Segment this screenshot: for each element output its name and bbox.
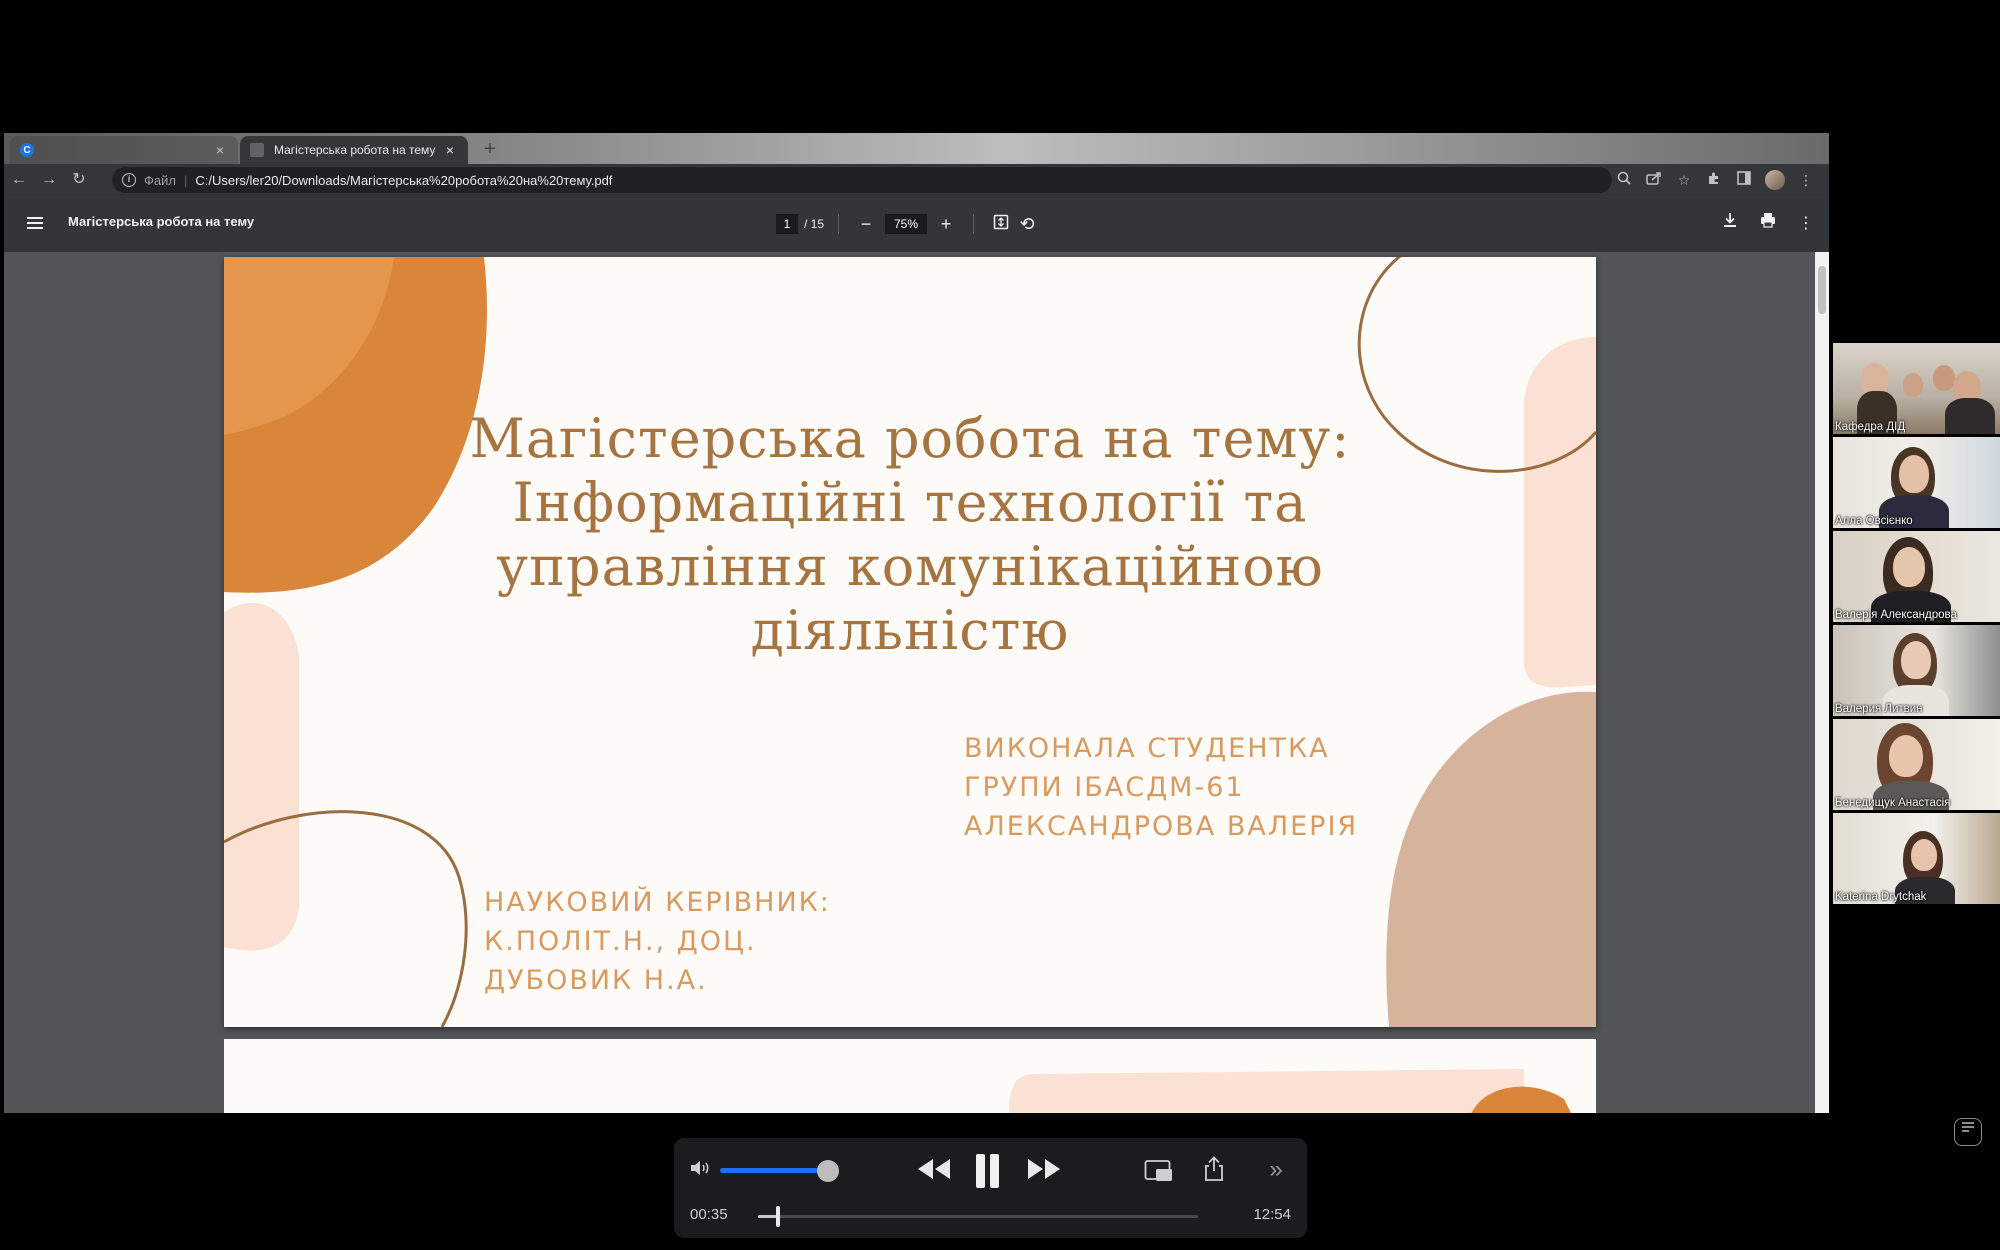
share-button[interactable] [1200,1156,1228,1186]
divider [838,214,840,234]
progress-bar[interactable] [758,1206,1198,1227]
participants-panel: Кафедра ДІД Алла Овсієнко Валерія Алекса… [1833,343,2000,907]
slide-title-line: управління комунікаційною [496,535,1324,598]
pause-icon-bar [976,1154,985,1188]
extensions-icon[interactable] [1699,167,1729,193]
tab-close-icon[interactable]: × [442,142,458,158]
scrollbar-thumb[interactable] [1818,266,1826,314]
tab-inactive[interactable]: C × [10,136,238,164]
current-time: 00:35 [690,1206,728,1223]
total-time: 12:54 [1253,1206,1291,1223]
profile-avatar[interactable] [1765,170,1785,190]
live-text-icon[interactable] [1954,1118,1982,1146]
rewind-icon [918,1159,950,1179]
volume-icon[interactable] [688,1158,714,1184]
address-scheme-label: Файл [144,172,176,188]
progress-knob[interactable] [775,1206,780,1227]
participant-tile[interactable]: Алла Овсієнко [1833,437,2000,528]
more-options-button[interactable]: » [1262,1156,1290,1186]
slide-supervisor-line: НАУКОВИЙ КЕРІВНИК: [484,887,831,918]
slide-student-line: ВИКОНАЛА СТУДЕНТКА [964,733,1330,764]
reload-icon[interactable]: ↻ [64,166,94,194]
share-icon[interactable] [1639,167,1669,193]
participant-name: Кафедра ДІД [1835,421,1906,433]
slide-title-line: Інформаційні технології та [512,471,1308,534]
pdf-page-2 [224,1039,1596,1113]
picture-in-picture-button[interactable] [1144,1158,1174,1186]
forward-icon[interactable]: → [34,166,64,194]
participant-tile[interactable]: Кафедра ДІД [1833,343,2000,434]
divider [973,214,975,234]
tab-label: Магістерська робота на тему [274,143,436,157]
picture-in-picture-icon [1144,1160,1172,1181]
pause-icon-bar [990,1154,999,1188]
pdf-toolbar: Магістерська робота на тему 1 / 15 − 75%… [4,196,1829,252]
participant-tile[interactable]: Валерія Александрова [1833,531,2000,622]
participant-tile[interactable]: Katerina Drytchak [1833,813,2000,904]
pdf-actions: ⋮ [1705,210,1819,238]
page-number-input[interactable]: 1 [776,214,798,234]
zoom-in-icon[interactable]: + [933,211,959,237]
rotate-icon[interactable]: ⟲ [1014,211,1040,237]
fast-forward-icon [1028,1159,1060,1179]
slide-title-line: діяльністю [750,599,1070,662]
new-tab-button[interactable]: + [478,138,502,162]
star-icon[interactable]: ☆ [1669,167,1699,193]
sidepanel-icon[interactable] [1729,167,1759,193]
address-separator: | [183,172,188,188]
slide-supervisor-line: К.ПОЛІТ.Н., ДОЦ. [484,926,757,957]
participant-name: Валерія Александрова [1835,609,1957,621]
browser-window: C × Магістерська робота на тему × + ← → … [4,133,1829,1113]
fast-forward-button[interactable] [1024,1154,1064,1190]
slide-student-line: АЛЕКСАНДРОВА ВАЛЕРІЯ [964,811,1359,842]
share-icon [1205,1156,1223,1181]
zoom-icon[interactable] [1609,167,1639,193]
zoom-out-icon[interactable]: − [853,211,879,237]
slide-supervisor-line: ДУБОВИК Н.А. [484,965,708,996]
print-icon[interactable] [1755,211,1781,237]
pdf-title: Магістерська робота на тему [68,214,255,229]
toolbar-actions: ☆ ⋮ [1609,167,1821,193]
screen: C × Магістерська робота на тему × + ← → … [0,0,2000,1250]
pdf-menu-icon[interactable] [22,211,48,237]
scrollbar[interactable] [1815,252,1829,1113]
tab-close-icon[interactable]: × [212,142,228,158]
slide-student-info: ВИКОНАЛА СТУДЕНТКА ГРУПИ ІБАСДМ-61 АЛЕКС… [964,729,1358,846]
menu-icon[interactable]: ⋮ [1791,167,1821,193]
slide-supervisor-info: НАУКОВИЙ КЕРІВНИК: К.ПОЛІТ.Н., ДОЦ. ДУБО… [484,883,831,1000]
rewind-button[interactable] [914,1154,954,1190]
slide-student-line: ГРУПИ ІБАСДМ-61 [964,772,1245,803]
volume-slider[interactable] [720,1168,826,1173]
participant-tile[interactable]: Бенедищук Анастасія [1833,719,2000,810]
zoom-level-input[interactable]: 75% [885,214,928,234]
tab-active[interactable]: Магістерська робота на тему × [240,136,468,164]
media-player-controls: » 00:35 12:54 [674,1138,1307,1238]
participant-name: Валерия Литвин [1835,703,1923,715]
participant-name: Бенедищук Анастасія [1835,797,1951,809]
download-icon[interactable] [1717,211,1743,237]
volume-slider-knob[interactable] [817,1160,839,1182]
slide-title-line: Магістерська робота на тему: [469,407,1351,470]
pdf-more-icon[interactable]: ⋮ [1793,211,1819,237]
pdf-page-controls: 1 / 15 − 75% + ⟲ [776,210,1040,238]
tab-favicon-icon [250,143,264,157]
slide2-decoration [1009,1069,1571,1113]
page-total: / 15 [804,217,825,231]
info-icon[interactable]: i [122,173,136,187]
back-icon[interactable]: ← [4,166,34,194]
address-url[interactable]: C:/Users/ler20/Downloads/Магістерська%20… [195,173,612,188]
participant-name: Katerina Drytchak [1835,891,1927,903]
participant-name: Алла Овсієнко [1835,515,1913,527]
pdf-viewer[interactable]: Магістерська робота на тему: Інформаційн… [4,252,1829,1113]
pdf-page-1: Магістерська робота на тему: Інформаційн… [224,257,1596,1027]
tab-favicon-icon: C [20,143,34,157]
browser-toolbar: ← → ↻ i Файл | C:/Users/ler20/Downloads/… [4,164,1829,196]
progress-fill [758,1215,778,1218]
participant-tile[interactable]: Валерия Литвин [1833,625,2000,716]
address-bar[interactable]: i Файл | C:/Users/ler20/Downloads/Магіст… [112,167,1612,193]
slide-title: Магістерська робота на тему: Інформаційн… [224,407,1596,663]
pause-button[interactable] [970,1150,1004,1192]
tab-strip: C × Магістерська робота на тему × + [4,133,1829,164]
fit-page-icon[interactable] [988,211,1014,237]
